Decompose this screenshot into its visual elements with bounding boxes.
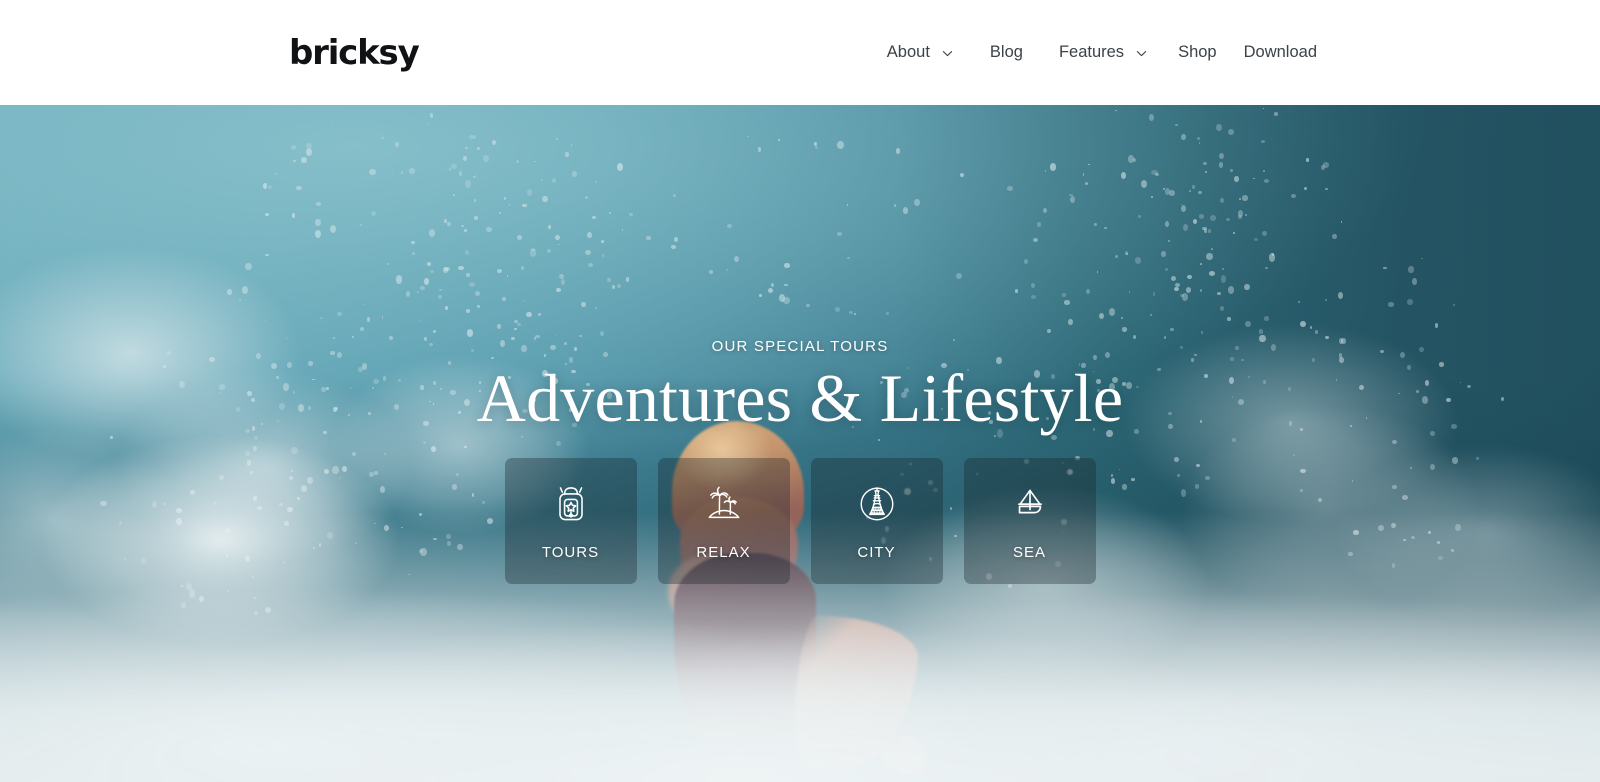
category-card-city[interactable]: CITY [810, 458, 943, 585]
hero-content: OUR SPECIAL TOURS Adventures & Lifestyle [0, 105, 1600, 782]
site-header: bricksy About Blog Features Shop Downloa… [0, 0, 1600, 105]
main-navigation: About Blog Features Shop Download [887, 44, 1317, 61]
category-card-label: RELAX [696, 544, 751, 562]
eiffel-tower-circle-icon [854, 481, 900, 527]
nav-item-features[interactable]: Features [1059, 44, 1148, 61]
palm-island-icon [701, 481, 747, 527]
nav-item-about[interactable]: About [887, 44, 954, 61]
category-card-label: TOURS [541, 544, 600, 562]
hero-eyebrow: OUR SPECIAL TOURS [711, 338, 889, 355]
nav-item-download[interactable]: Download [1244, 44, 1317, 61]
category-card-relax[interactable]: RELAX [657, 458, 790, 585]
category-card-label: CITY [857, 544, 896, 562]
category-card-label: SEA [1012, 544, 1046, 562]
category-card-list: TOURS RELAX CITY SEA [504, 458, 1096, 585]
category-card-tours[interactable]: TOURS [504, 458, 637, 585]
sailboat-icon [1007, 481, 1053, 527]
nav-item-blog[interactable]: Blog [990, 44, 1023, 61]
nav-item-shop[interactable]: Shop [1178, 44, 1217, 61]
site-logo[interactable]: bricksy [289, 36, 420, 70]
nav-item-label: About [886, 43, 930, 62]
nav-item-label: Shop [1178, 43, 1217, 62]
chevron-down-icon [941, 47, 954, 60]
nav-item-label: Features [1058, 43, 1125, 62]
backpack-icon [548, 481, 594, 527]
hero-title: Adventures & Lifestyle [476, 360, 1124, 436]
category-card-sea[interactable]: SEA [963, 458, 1096, 585]
hero-section: OUR SPECIAL TOURS Adventures & Lifestyle [0, 105, 1600, 782]
nav-item-label: Blog [989, 43, 1023, 62]
chevron-down-icon [1135, 47, 1148, 60]
nav-item-label: Download [1243, 43, 1317, 62]
